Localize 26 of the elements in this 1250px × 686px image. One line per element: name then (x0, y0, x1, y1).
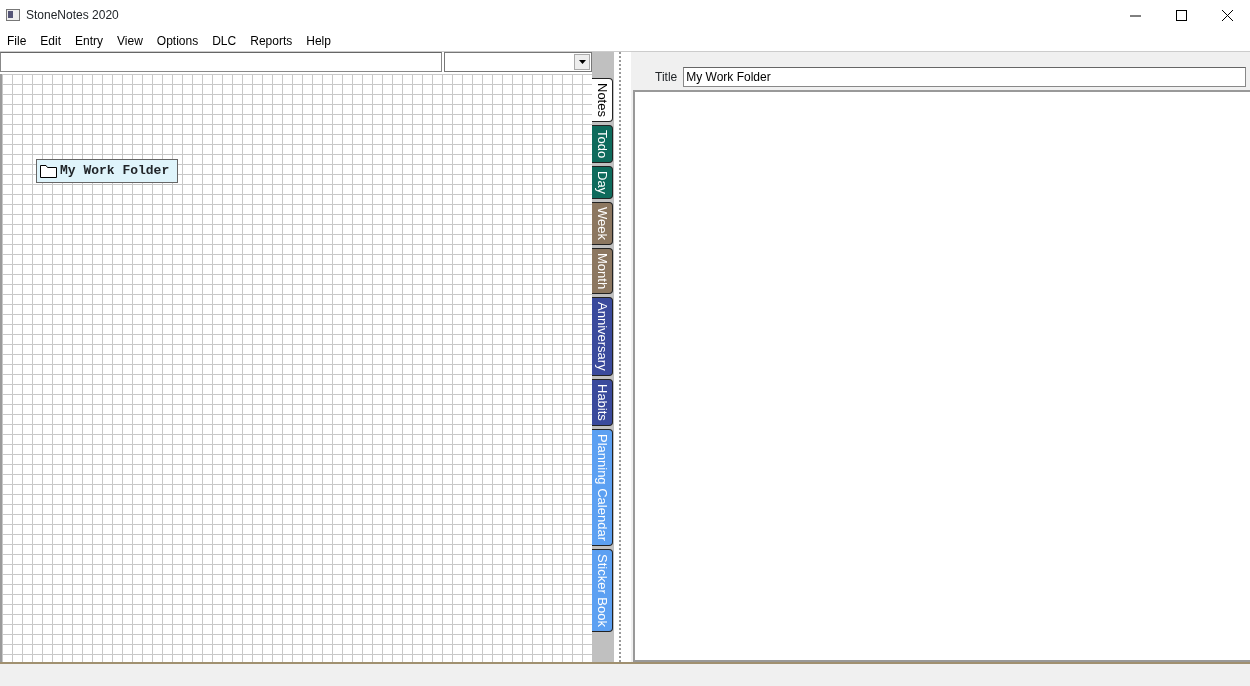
folder-icon (40, 163, 57, 178)
side-tab[interactable]: Notes (590, 78, 613, 122)
menu-item[interactable]: Help (299, 30, 338, 51)
side-tab[interactable]: Month (592, 248, 613, 295)
category-dropdown[interactable] (444, 52, 592, 72)
title-label: Title (654, 69, 678, 86)
menu-item[interactable]: Entry (68, 30, 111, 51)
folder-node[interactable]: My Work Folder (36, 159, 179, 183)
menu-item[interactable]: Reports (243, 30, 300, 51)
menu-item[interactable]: Options (149, 30, 206, 51)
title-field[interactable]: My Work Folder (683, 67, 1246, 87)
menu-item[interactable]: File (0, 30, 34, 51)
menu-item[interactable]: DLC (205, 30, 244, 51)
window-title: StoneNotes 2020 (26, 7, 120, 24)
search-field[interactable] (0, 52, 442, 72)
side-tab[interactable]: Todo (592, 124, 613, 164)
dropdown-arrow-icon (578, 60, 586, 64)
app-icon (6, 9, 20, 21)
maximize-icon (1175, 10, 1187, 22)
side-tab[interactable]: Anniversary (592, 297, 613, 377)
side-tab[interactable]: Week (592, 202, 613, 246)
close-icon (1221, 10, 1233, 22)
menu-item[interactable]: Edit (33, 30, 69, 51)
side-tab[interactable]: Habits (592, 379, 613, 426)
side-tab[interactable]: Day (592, 166, 613, 200)
menu-item[interactable]: View (110, 30, 150, 51)
